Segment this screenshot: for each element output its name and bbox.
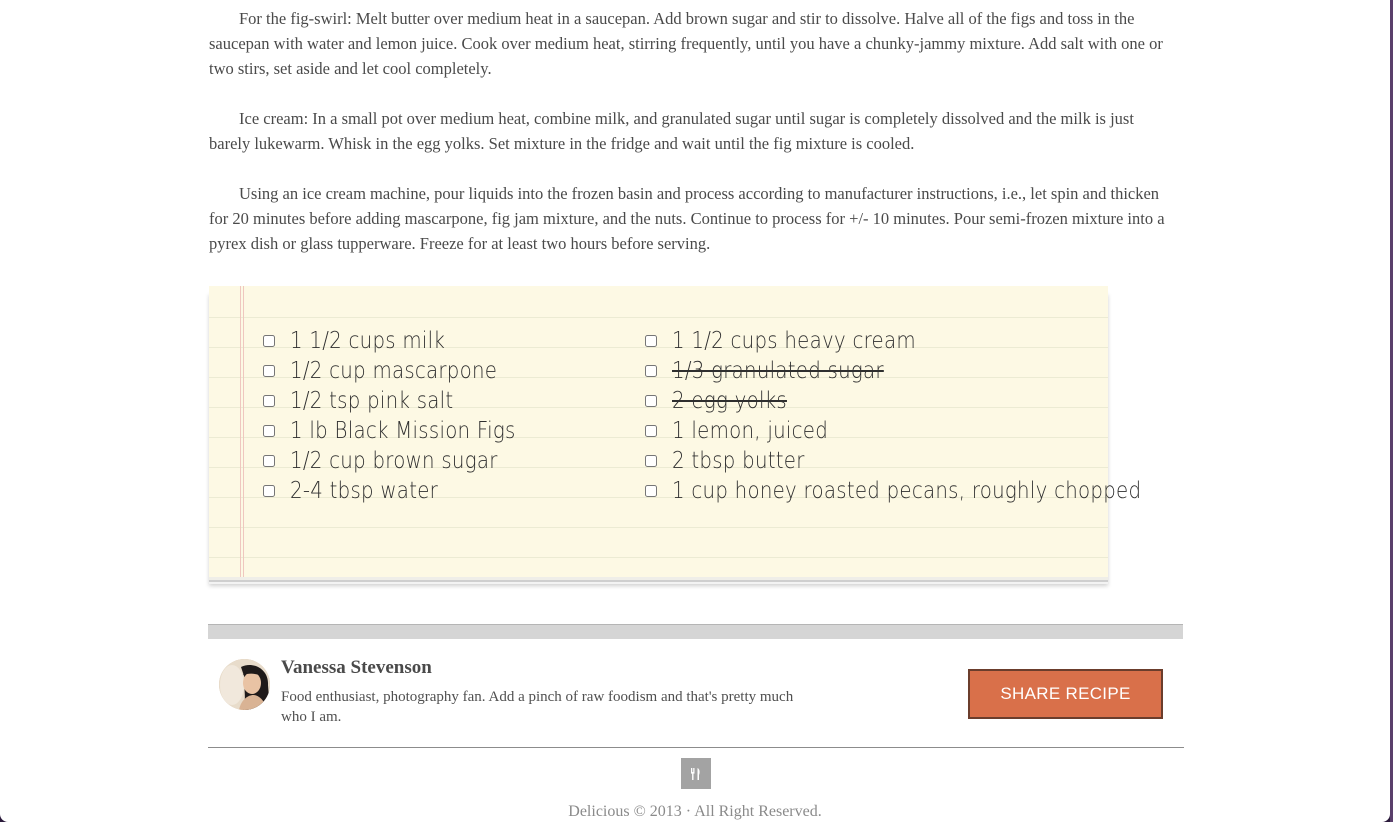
notepad-margin-line [243,286,244,577]
ingredient-checkbox[interactable] [263,425,275,437]
ingredient-checkbox[interactable] [263,395,275,407]
ingredient-label: 2-4 tbsp water [290,478,439,504]
ingredient-label: 1 lemon, juiced [672,418,829,444]
ingredient-checkbox[interactable] [263,335,275,347]
ingredient-checkbox[interactable] [645,335,657,347]
ingredients-notepad: 1 1/2 cups milk 1/2 cup mascarpone 1/2 t… [209,286,1141,577]
fork-knife-icon[interactable] [681,758,711,789]
ingredient-label: 1/2 cup brown sugar [290,448,498,474]
ingredients-left-column: 1 1/2 cups milk 1/2 cup mascarpone 1/2 t… [263,326,552,506]
ingredient-label: 1 cup honey roasted pecans, roughly chop… [672,478,1142,504]
avatar-image [219,659,270,710]
ingredient-item: 1 cup honey roasted pecans, roughly chop… [645,476,1218,506]
ingredient-checkbox[interactable] [645,485,657,497]
page: For the fig-swirl: Melt butter over medi… [0,0,1390,822]
ingredient-item: 1 lemon, juiced [645,416,1218,446]
ingredient-label: 1/2 tsp pink salt [290,388,454,414]
direction-step: Ice cream: In a small pot over medium he… [209,109,1134,153]
author-bio: Food enthusiast, photography fan. Add a … [281,689,794,725]
ingredient-label: 1 1/2 cups heavy cream [672,328,916,354]
ingredient-item: 1/3 granulated sugar [645,356,1218,386]
ingredient-item: 2 tbsp butter [645,446,1218,476]
ingredient-label: 1/2 cup mascarpone [290,358,498,384]
ingredient-label: 1 1/2 cups milk [290,328,446,354]
ingredient-item: 1 1/2 cups heavy cream [645,326,1218,356]
ingredient-label: 2 tbsp butter [672,448,805,474]
ingredients-right-column: 1 1/2 cups heavy cream 1/3 granulated su… [645,326,1218,506]
ingredient-label: 1 lb Black Mission Figs [290,418,516,444]
ingredient-item: 1 lb Black Mission Figs [263,416,552,446]
ingredient-checkbox[interactable] [645,425,657,437]
recipe-directions: For the fig-swirl: Melt butter over medi… [209,6,1171,281]
author-name[interactable]: Vanessa Stevenson [281,657,432,679]
ingredient-item: 1/2 cup brown sugar [263,446,552,476]
ingredient-item: 1/2 cup mascarpone [263,356,552,386]
ingredient-checkbox[interactable] [263,365,275,377]
ingredient-checkbox[interactable] [263,455,275,467]
ingredient-checkbox[interactable] [263,485,275,497]
ingredient-item: 2-4 tbsp water [263,476,552,506]
ingredient-item: 1/2 tsp pink salt [263,386,552,416]
footer-divider [208,747,1184,748]
ingredient-checkbox[interactable] [645,455,657,467]
ingredient-item: 2 egg yolks [645,386,1218,416]
ingredient-checkbox[interactable] [645,395,657,407]
direction-step: For the fig-swirl: Melt butter over medi… [209,9,1163,78]
ingredient-checkbox[interactable] [645,365,657,377]
notepad-margin-line [240,286,241,577]
author-section-divider [208,624,1183,639]
ingredient-label-struck: 1/3 granulated sugar [672,358,884,384]
footer-copyright: Delicious © 2013 · All Right Reserved. [568,803,822,820]
direction-step: Using an ice cream machine, pour liquids… [209,184,1165,253]
ingredient-label-struck: 2 egg yolks [672,388,787,414]
share-recipe-button[interactable]: SHARE RECIPE [968,669,1163,719]
author-avatar [219,659,270,710]
ingredient-item: 1 1/2 cups milk [263,326,552,356]
fork-knife-glyph [691,767,700,780]
